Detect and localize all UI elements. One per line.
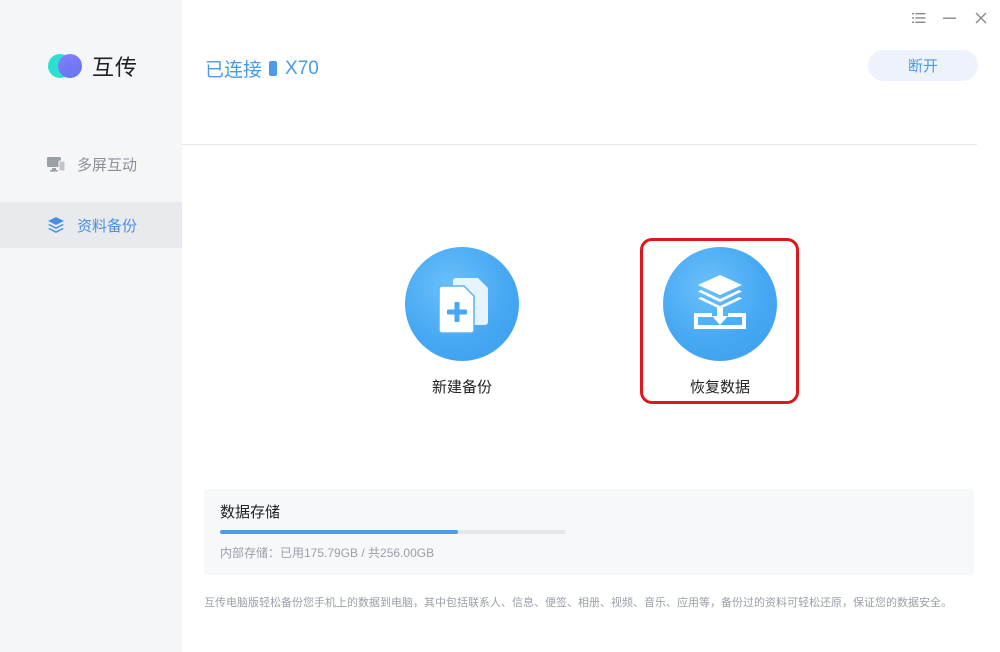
new-file-icon (405, 247, 519, 361)
restore-data-label: 恢复数据 (689, 379, 750, 396)
minimize-icon[interactable] (942, 9, 957, 27)
new-backup-button[interactable]: 新建备份 (405, 247, 519, 397)
restore-download-icon (663, 247, 777, 361)
header-divider (182, 144, 977, 145)
storage-progress-fill (220, 530, 458, 534)
sidebar-item-backup[interactable]: 资料备份 (0, 202, 182, 248)
device-name: X70 (285, 57, 319, 79)
close-icon[interactable] (973, 9, 988, 27)
storage-progress-bar (220, 530, 566, 534)
app-name: 互传 (92, 55, 139, 80)
sidebar-item-label: 多屏互动 (77, 156, 138, 174)
sidebar-item-multiscreen[interactable]: 多屏互动 (0, 141, 182, 187)
sidebar-item-label: 资料备份 (77, 217, 138, 235)
app-window: 互传 多屏互动 资料备份 已连接 X70 断开 新建备份 恢复数据 数据存储 内… (0, 0, 1000, 652)
storage-panel: 数据存储 内部存储：已用175.79GB / 共256.00GB (204, 489, 974, 575)
app-logo: 互传 (48, 50, 138, 82)
footer-description: 互传电脑版轻松备份您手机上的数据到电脑，其中包括联系人、信息、便签、相册、视频、… (204, 597, 952, 609)
storage-detail: 内部存储：已用175.79GB / 共256.00GB (220, 546, 435, 560)
logo-icon (48, 53, 84, 79)
storage-title: 数据存储 (220, 504, 281, 521)
disconnect-button[interactable]: 断开 (868, 50, 978, 81)
menu-icon[interactable] (911, 9, 926, 27)
window-controls (911, 9, 988, 27)
sidebar: 互传 多屏互动 资料备份 (0, 0, 182, 652)
layers-icon (46, 215, 66, 235)
monitor-icon (46, 154, 66, 174)
connection-status: 已连接 X70 (205, 55, 319, 82)
connection-status-text: 已连接 (205, 60, 263, 81)
phone-icon (269, 61, 278, 76)
new-backup-label: 新建备份 (431, 379, 492, 396)
restore-data-button[interactable]: 恢复数据 (663, 247, 777, 397)
